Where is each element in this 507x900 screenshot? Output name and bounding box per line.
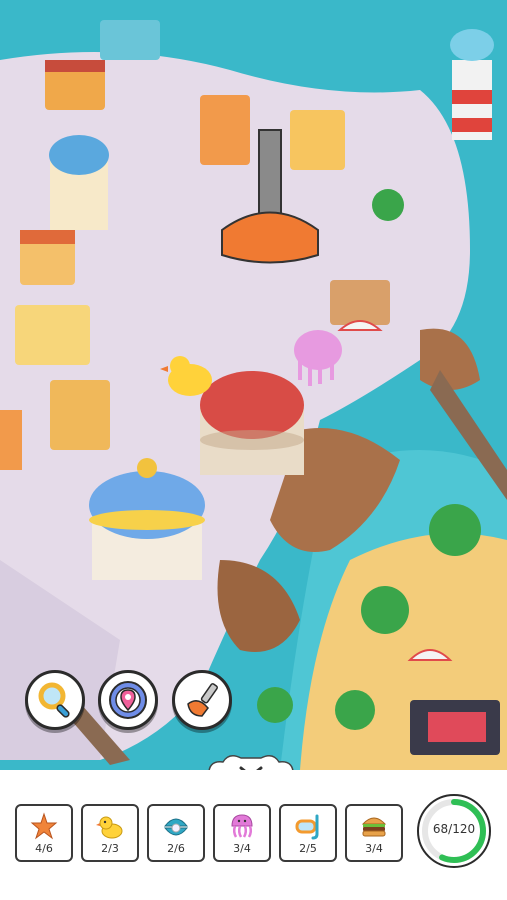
items-to-find-panel: 4/6 2/3 2/6 3/4 2/5 3/4 68/120	[0, 770, 507, 900]
item-card-burger[interactable]: 3/4	[345, 804, 403, 862]
item-card-rubber-duck[interactable]: 2/3	[81, 804, 139, 862]
compass-pin-icon	[109, 681, 147, 719]
snorkel-mask-icon	[295, 814, 319, 840]
plunger-icon	[187, 683, 218, 717]
burger-icon	[361, 817, 387, 837]
game-map[interactable]	[0, 0, 507, 770]
magnifier-button[interactable]	[25, 670, 85, 730]
item-card-snorkel-mask[interactable]: 2/5	[279, 804, 337, 862]
found-progress-ring: 68/120	[415, 792, 493, 870]
starfish-icon	[30, 812, 58, 840]
item-count: 2/3	[101, 842, 119, 855]
rubber-duck-icon	[96, 816, 123, 839]
jellyfish-icon	[231, 814, 253, 838]
magnifier-icon	[38, 682, 70, 718]
item-count: 4/6	[35, 842, 53, 855]
item-card-starfish[interactable]: 4/6	[15, 804, 73, 862]
progress-text: 68/120	[432, 822, 476, 836]
item-count: 3/4	[233, 842, 251, 855]
item-card-pearl-clam[interactable]: 2/6	[147, 804, 205, 862]
pearl-clam-icon	[163, 818, 189, 836]
compass-pin-button[interactable]	[98, 670, 158, 730]
item-card-jellyfish[interactable]: 3/4	[213, 804, 271, 862]
item-count: 2/6	[167, 842, 185, 855]
item-count: 2/5	[299, 842, 317, 855]
map-illustration	[0, 0, 507, 770]
item-count: 3/4	[365, 842, 383, 855]
plunger-button[interactable]	[172, 670, 232, 730]
